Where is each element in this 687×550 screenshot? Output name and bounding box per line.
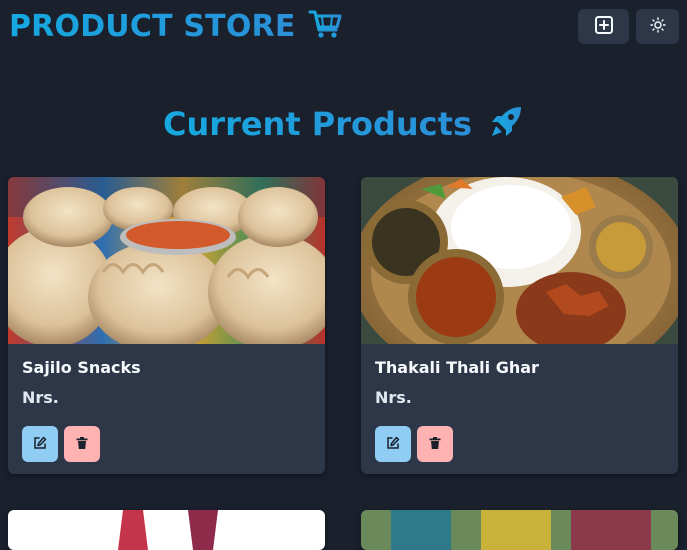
product-name: Sajilo Snacks xyxy=(22,358,141,377)
product-name: Thakali Thali Ghar xyxy=(375,358,539,377)
product-card: Sajilo Snacks Nrs. xyxy=(8,177,325,474)
edit-button[interactable] xyxy=(22,426,58,462)
section-title: Current Products xyxy=(163,105,472,143)
product-card xyxy=(8,510,325,550)
product-price: Nrs. xyxy=(375,388,412,407)
rocket-icon xyxy=(488,104,524,144)
product-card xyxy=(361,510,678,550)
brand-title: PRODUCT STORE xyxy=(9,8,296,44)
edit-icon xyxy=(386,435,400,454)
plus-square-icon xyxy=(594,15,614,39)
delete-button[interactable] xyxy=(417,426,453,462)
product-image xyxy=(8,510,325,550)
navbar: PRODUCT STORE xyxy=(0,0,687,56)
product-price: Nrs. xyxy=(22,388,59,407)
trash-icon xyxy=(75,435,89,454)
edit-icon xyxy=(33,435,47,454)
add-product-button[interactable] xyxy=(578,9,629,44)
delete-button[interactable] xyxy=(64,426,100,462)
brand-link[interactable]: PRODUCT STORE xyxy=(9,8,342,44)
section-heading: Current Products xyxy=(0,104,687,144)
product-image xyxy=(8,177,325,344)
edit-button[interactable] xyxy=(375,426,411,462)
sun-icon xyxy=(649,16,666,37)
product-image xyxy=(361,177,678,344)
shopping-cart-icon xyxy=(308,8,342,44)
product-card: Thakali Thali Ghar Nrs. xyxy=(361,177,678,474)
product-image xyxy=(361,510,678,550)
trash-icon xyxy=(428,435,442,454)
theme-toggle-button[interactable] xyxy=(636,9,679,44)
